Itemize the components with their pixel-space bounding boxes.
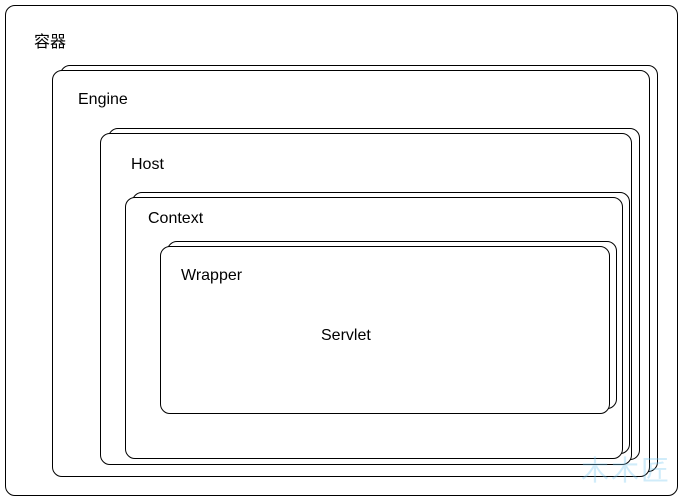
context-label: Context [148, 210, 203, 228]
host-label: Host [131, 156, 164, 174]
container-label: 容器 [34, 28, 66, 52]
watermark: 木木匠 [581, 449, 671, 489]
engine-label: Engine [78, 91, 128, 109]
wrapper-label: Wrapper [181, 267, 242, 285]
wrapper-box: Wrapper Servlet [160, 246, 610, 414]
servlet-label: Servlet [321, 327, 371, 345]
